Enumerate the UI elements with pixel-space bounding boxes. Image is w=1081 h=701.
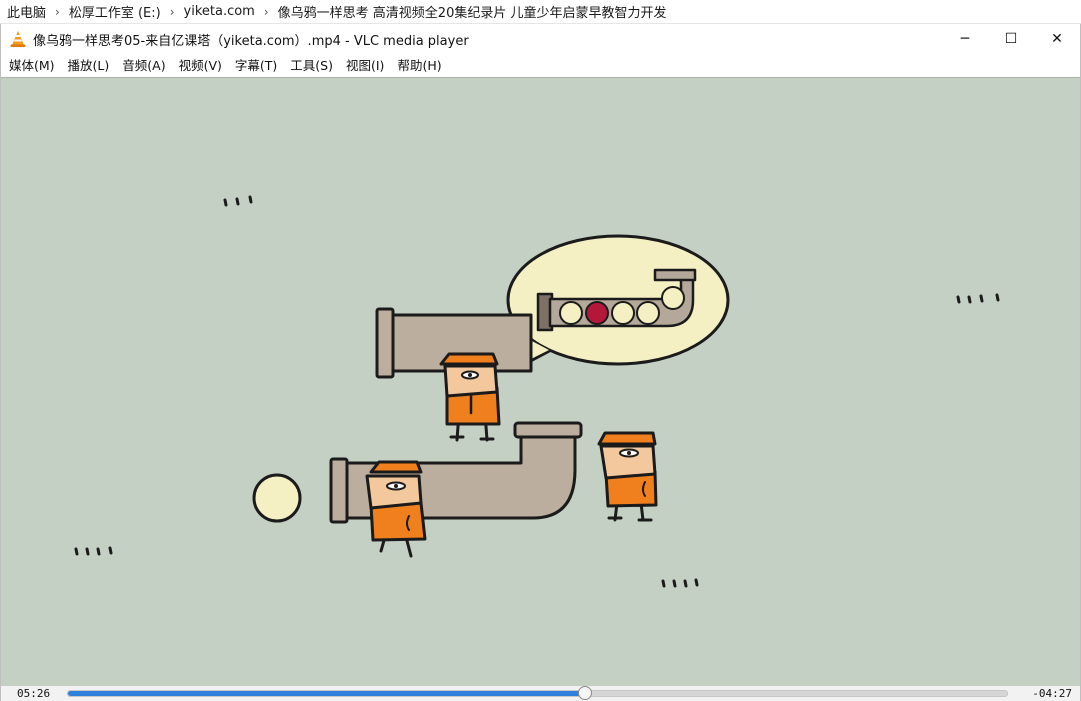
menu-bar: 媒体(M) 播放(L) 音频(A) 视频(V) 字幕(T) 工具(S) 视图(I… <box>1 54 1080 76</box>
chevron-right-icon: › <box>55 4 60 19</box>
worker-figure <box>597 431 658 522</box>
breadcrumb-item-drive[interactable]: 松厚工作室 (E:) <box>69 2 161 21</box>
breadcrumb-item-folder[interactable]: yiketa.com <box>184 4 255 19</box>
menu-audio[interactable]: 音频(A) <box>117 54 173 76</box>
menu-media[interactable]: 媒体(M) <box>4 54 63 76</box>
menu-help[interactable]: 帮助(H) <box>392 54 449 76</box>
video-frame <box>74 195 1000 588</box>
menu-tools[interactable]: 工具(S) <box>285 54 341 76</box>
chevron-right-icon: › <box>263 4 269 19</box>
dots-mark <box>956 293 1000 304</box>
seek-handle[interactable] <box>577 686 592 700</box>
explorer-breadcrumb: 此电脑 › 松厚工作室 (E:) › yiketa.com › 像乌鸦一样思考 … <box>0 0 1081 24</box>
menu-playback[interactable]: 播放(L) <box>63 54 118 76</box>
menu-view[interactable]: 视图(I) <box>341 54 392 76</box>
remaining-time[interactable]: -04:27 <box>1032 687 1072 700</box>
breadcrumb-item-this-pc[interactable]: 此电脑 <box>7 2 46 21</box>
dots-mark <box>223 195 253 207</box>
minimize-button[interactable]: ─ <box>942 24 988 54</box>
window-title: 像乌鸦一样思考05-来自亿课塔（yiketa.com）.mp4 - VLC me… <box>33 33 469 49</box>
title-bar[interactable]: 像乌鸦一样思考05-来自亿课塔（yiketa.com）.mp4 - VLC me… <box>1 24 1080 54</box>
seek-bar[interactable] <box>67 690 1008 697</box>
menu-video[interactable]: 视频(V) <box>174 54 230 76</box>
dots-mark <box>74 546 113 556</box>
close-button[interactable]: ✕ <box>1034 24 1080 54</box>
seek-progress <box>68 691 585 696</box>
worker-figure <box>439 352 501 442</box>
dots-mark <box>661 578 699 588</box>
video-area[interactable] <box>1 77 1080 686</box>
worker-figure <box>365 460 427 558</box>
playback-controls: 05:26 -04:27 <box>1 686 1080 701</box>
vlc-window: 像乌鸦一样思考05-来自亿课塔（yiketa.com）.mp4 - VLC me… <box>0 24 1081 701</box>
window-controls: ─ ☐ ✕ <box>942 24 1080 54</box>
thought-bubble <box>506 234 730 369</box>
breadcrumb-item-subfolder[interactable]: 像乌鸦一样思考 高清视频全20集纪录片 儿童少年启蒙早教智力开发 <box>278 2 667 21</box>
maximize-button[interactable]: ☐ <box>988 24 1034 54</box>
chevron-right-icon: › <box>169 4 175 19</box>
menu-subtitle[interactable]: 字幕(T) <box>230 54 285 76</box>
vlc-cone-icon <box>10 31 26 47</box>
elapsed-time: 05:26 <box>17 687 51 700</box>
ball <box>252 473 302 523</box>
